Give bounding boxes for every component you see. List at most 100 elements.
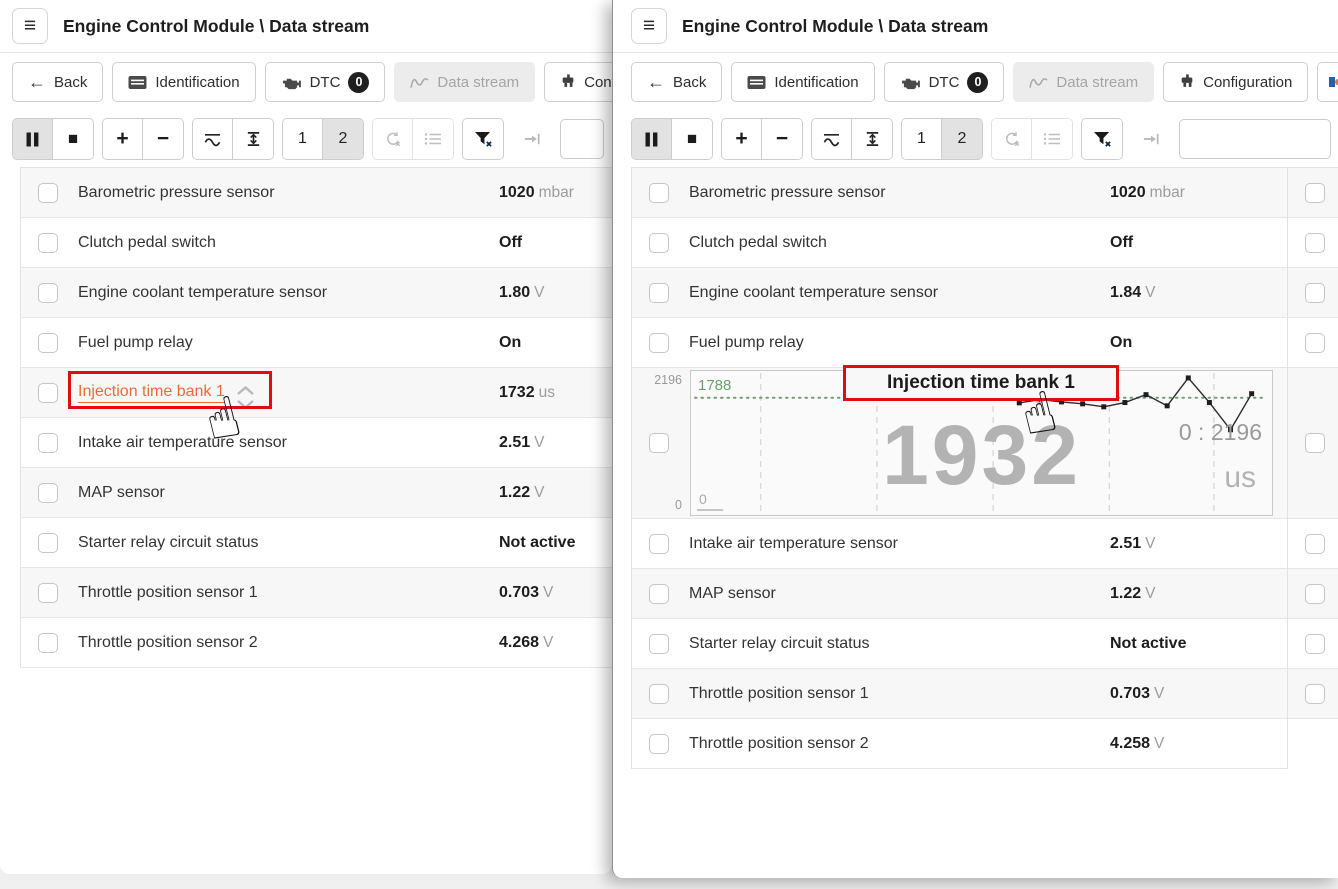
clear-filter-button[interactable] bbox=[463, 119, 503, 159]
param-label[interactable]: Throttle position sensor 2 bbox=[689, 735, 869, 753]
row-checkbox[interactable] bbox=[38, 633, 58, 653]
table-row: Barometric pressure sensor 1020mbar bbox=[632, 168, 1287, 218]
tab-special-functions[interactable] bbox=[1317, 62, 1338, 102]
tab-identification[interactable]: Identification bbox=[112, 62, 255, 102]
row-checkbox[interactable] bbox=[38, 383, 58, 403]
param-label[interactable]: Throttle position sensor 1 bbox=[689, 685, 869, 703]
param-label[interactable]: Engine coolant temperature sensor bbox=[689, 284, 938, 302]
back-button[interactable]: ← Back bbox=[12, 62, 103, 102]
row-checkbox[interactable] bbox=[1305, 684, 1325, 704]
tab-data-stream: Data stream bbox=[1013, 62, 1154, 102]
page-title: Engine Control Module \ Data stream bbox=[63, 16, 369, 37]
row-checkbox[interactable] bbox=[649, 584, 669, 604]
stream-chart[interactable]: 1788 1932 0 : 2196 us 0 bbox=[690, 370, 1273, 516]
tab-configuration[interactable]: Configuration bbox=[544, 62, 612, 102]
row-checkbox[interactable] bbox=[1305, 183, 1325, 203]
tab-configuration[interactable]: Configuration bbox=[1163, 62, 1308, 102]
row-checkbox[interactable] bbox=[38, 483, 58, 503]
row-checkbox[interactable] bbox=[649, 183, 669, 203]
two-column-button[interactable]: 2 bbox=[323, 119, 363, 159]
stop-button[interactable]: ■ bbox=[672, 119, 712, 159]
clear-filter-button[interactable] bbox=[1082, 119, 1122, 159]
tab-dtc[interactable]: DTC 0 bbox=[265, 62, 386, 102]
row-checkbox[interactable] bbox=[1305, 333, 1325, 353]
row-checkbox[interactable] bbox=[38, 183, 58, 203]
row-checkbox[interactable] bbox=[1305, 584, 1325, 604]
param-label[interactable]: Fuel pump relay bbox=[689, 334, 804, 352]
left-header: ≡ Engine Control Module \ Data stream bbox=[0, 0, 612, 53]
chart-unit-label: us bbox=[1224, 461, 1256, 495]
param-label[interactable]: Throttle position sensor 2 bbox=[78, 634, 258, 652]
fit-height-button[interactable] bbox=[852, 119, 892, 159]
one-column-button[interactable]: 1 bbox=[283, 119, 323, 159]
param-label[interactable]: Fuel pump relay bbox=[78, 334, 193, 352]
waveform-icon bbox=[410, 75, 429, 89]
tab-dtc[interactable]: DTC 0 bbox=[884, 62, 1005, 102]
param-label[interactable]: MAP sensor bbox=[689, 585, 776, 603]
param-value: 2.51 bbox=[499, 434, 530, 451]
table-row-highlighted: Injection time bank 1 1732us bbox=[21, 368, 612, 418]
tab-identification[interactable]: Identification bbox=[731, 62, 874, 102]
row-checkbox[interactable] bbox=[649, 283, 669, 303]
row-checkbox[interactable] bbox=[649, 684, 669, 704]
param-label[interactable]: Clutch pedal switch bbox=[689, 234, 827, 252]
two-column-button[interactable]: 2 bbox=[942, 119, 982, 159]
right-stream-toolbar: ■ + − 1 bbox=[613, 111, 1338, 167]
dtc-count-badge: 0 bbox=[967, 72, 988, 93]
plus-icon: + bbox=[735, 127, 747, 151]
stop-button[interactable]: ■ bbox=[53, 119, 93, 159]
left-stream-toolbar: ■ + − 1 bbox=[0, 111, 612, 167]
auto-scale-button[interactable] bbox=[812, 119, 852, 159]
dtc-label: DTC bbox=[929, 74, 960, 91]
row-checkbox[interactable] bbox=[38, 233, 58, 253]
fit-height-button[interactable] bbox=[233, 119, 273, 159]
param-label-link[interactable]: Injection time bank 1 bbox=[78, 383, 225, 403]
row-checkbox[interactable] bbox=[38, 583, 58, 603]
zoom-out-button[interactable]: − bbox=[143, 119, 183, 159]
stop-icon: ■ bbox=[687, 129, 697, 149]
row-checkbox[interactable] bbox=[1305, 233, 1325, 253]
table-row: Throttle position sensor 2 4.258V bbox=[632, 719, 1287, 769]
param-label[interactable]: Barometric pressure sensor bbox=[78, 184, 275, 202]
row-checkbox[interactable] bbox=[1305, 634, 1325, 654]
param-label[interactable]: Engine coolant temperature sensor bbox=[78, 284, 327, 302]
zoom-out-button[interactable]: − bbox=[762, 119, 802, 159]
pause-button[interactable] bbox=[632, 119, 672, 159]
row-checkbox[interactable] bbox=[649, 734, 669, 754]
param-label[interactable]: Starter relay circuit status bbox=[689, 635, 870, 653]
row-checkbox[interactable] bbox=[38, 283, 58, 303]
row-checkbox[interactable] bbox=[38, 433, 58, 453]
param-label[interactable]: Intake air temperature sensor bbox=[689, 535, 898, 553]
hamburger-menu-button[interactable]: ≡ bbox=[631, 8, 667, 44]
zoom-in-button[interactable]: + bbox=[103, 119, 143, 159]
back-button[interactable]: ← Back bbox=[631, 62, 722, 102]
row-checkbox[interactable] bbox=[649, 534, 669, 554]
pause-button[interactable] bbox=[13, 119, 53, 159]
row-checkbox[interactable] bbox=[649, 433, 669, 453]
row-checkbox[interactable] bbox=[649, 634, 669, 654]
one-column-button[interactable]: 1 bbox=[902, 119, 942, 159]
param-label[interactable]: Intake air temperature sensor bbox=[78, 434, 287, 452]
row-checkbox[interactable] bbox=[38, 533, 58, 553]
search-input[interactable] bbox=[1179, 119, 1331, 159]
row-checkbox[interactable] bbox=[649, 333, 669, 353]
param-label[interactable]: Barometric pressure sensor bbox=[689, 184, 886, 202]
row-checkbox[interactable] bbox=[1305, 433, 1325, 453]
zoom-in-button[interactable]: + bbox=[722, 119, 762, 159]
param-label[interactable]: Clutch pedal switch bbox=[78, 234, 216, 252]
row-checkbox[interactable] bbox=[1305, 534, 1325, 554]
row-checkbox[interactable] bbox=[38, 333, 58, 353]
search-input[interactable] bbox=[560, 119, 604, 159]
row-checkbox[interactable] bbox=[649, 233, 669, 253]
row-checkbox[interactable] bbox=[1305, 283, 1325, 303]
right-data-table: Barometric pressure sensor 1020mbar Clut… bbox=[631, 167, 1338, 769]
hamburger-menu-button[interactable]: ≡ bbox=[12, 8, 48, 44]
list-icon bbox=[424, 132, 442, 146]
param-label[interactable]: Throttle position sensor 1 bbox=[78, 584, 258, 602]
param-value: 0.703 bbox=[1110, 685, 1150, 702]
stream-chart-row: 2196 0 1788 1932 0 : 2196 us 0 bbox=[632, 368, 1287, 519]
filter-x-icon bbox=[1093, 131, 1112, 148]
param-label[interactable]: Starter relay circuit status bbox=[78, 534, 259, 552]
auto-scale-button[interactable] bbox=[193, 119, 233, 159]
param-label[interactable]: MAP sensor bbox=[78, 484, 165, 502]
